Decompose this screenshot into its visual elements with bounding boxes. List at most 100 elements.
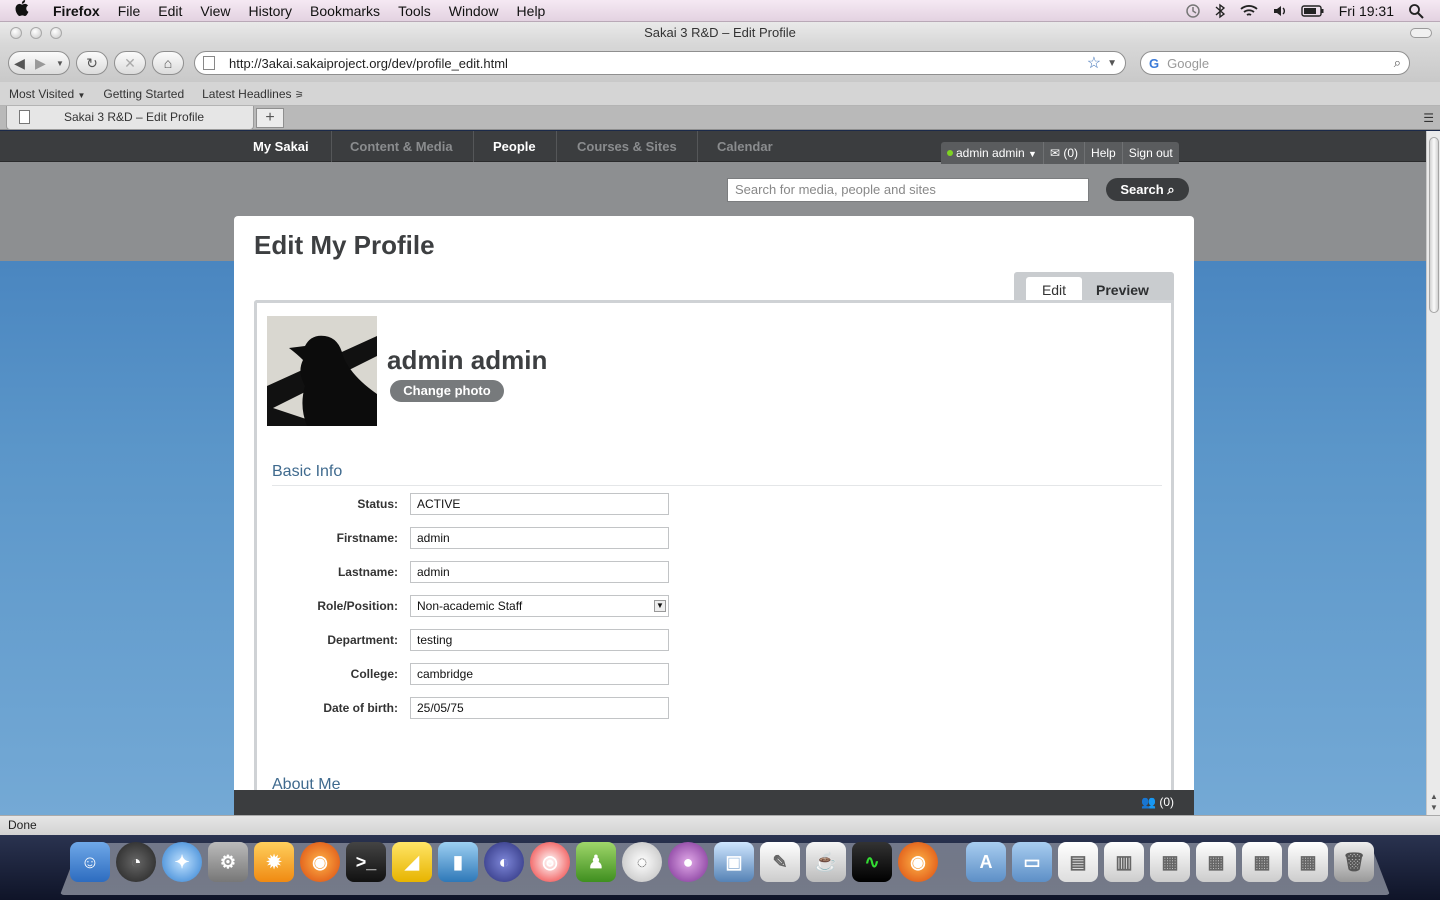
minimized-window-icon[interactable]: ▦ <box>1288 842 1328 882</box>
user-name: admin admin <box>956 146 1025 160</box>
minimized-window-icon[interactable]: ▦ <box>1196 842 1236 882</box>
terminal-icon[interactable]: >_ <box>346 842 386 882</box>
eclipse-folder-icon[interactable]: ▮ <box>438 842 478 882</box>
google-icon[interactable]: G <box>1149 56 1159 71</box>
bookmark-getting-started[interactable]: Getting Started <box>103 87 184 101</box>
scroll-up-icon[interactable]: ▲ <box>1430 792 1438 801</box>
coffee-icon[interactable]: ☕ <box>806 842 846 882</box>
message-count: (0) <box>1063 146 1079 160</box>
minimize-window-button[interactable] <box>30 27 42 39</box>
forward-arrow-icon[interactable]: ▶ <box>35 55 46 72</box>
mamp-window-icon[interactable]: ▥ <box>1104 842 1144 882</box>
bookmark-latest-headlines[interactable]: Latest Headlines ⚞ <box>202 87 304 101</box>
change-photo-button[interactable]: Change photo <box>390 380 504 402</box>
help-link[interactable]: Help <box>1084 142 1122 164</box>
preview-icon[interactable]: ▣ <box>714 842 754 882</box>
bookmark-star-icon[interactable]: ☆ <box>1087 53 1101 73</box>
magnifier-icon[interactable]: ⌕ <box>1394 55 1401 71</box>
firstname-input[interactable]: admin <box>410 527 669 549</box>
bookmark-most-visited[interactable]: Most Visited ▼ <box>9 87 85 101</box>
nav-people[interactable]: People <box>493 131 536 162</box>
chrome-icon[interactable]: ◎ <box>530 842 570 882</box>
menu-tools[interactable]: Tools <box>389 3 440 19</box>
web-search-field[interactable]: G Google ⌕ <box>1140 51 1410 75</box>
date-of-birth-input[interactable]: 25/05/75 <box>410 697 669 719</box>
back-forward-buttons[interactable]: ◀ ▶ ▼ <box>8 51 70 75</box>
menu-window[interactable]: Window <box>440 3 508 19</box>
menu-help[interactable]: Help <box>508 3 555 19</box>
growl-icon[interactable]: ● <box>668 842 708 882</box>
menu-edit[interactable]: Edit <box>149 3 191 19</box>
spotlight-icon[interactable] <box>1408 3 1424 19</box>
menu-file[interactable]: File <box>109 3 150 19</box>
toolbar-toggle-button[interactable] <box>1410 28 1432 38</box>
status-input[interactable]: ACTIVE <box>410 493 669 515</box>
zoom-window-button[interactable] <box>50 27 62 39</box>
nav-calendar[interactable]: Calendar <box>717 131 773 162</box>
field-department: Department: testing <box>257 629 677 651</box>
minimized-window-icon[interactable]: ▦ <box>1150 842 1190 882</box>
messages-link[interactable]: ✉ (0) <box>1042 142 1084 164</box>
battery-icon[interactable] <box>1301 4 1325 18</box>
sign-out-link[interactable]: Sign out <box>1121 142 1179 164</box>
tab-list-icon[interactable]: ☰ <box>1423 111 1434 125</box>
field-date-of-birth: Date of birth: 25/05/75 <box>257 697 677 719</box>
volume-icon[interactable] <box>1273 3 1287 19</box>
url-bar[interactable]: http://3akai.sakaiproject.org/dev/profil… <box>194 51 1126 75</box>
wifi-icon[interactable] <box>1239 3 1259 19</box>
people-icon: 👥 <box>1141 795 1156 809</box>
documents-folder-icon[interactable]: ▭ <box>1012 842 1052 882</box>
web-search-placeholder: Google <box>1167 55 1210 71</box>
menu-history[interactable]: History <box>239 3 301 19</box>
chat-status[interactable]: 👥 (0) <box>1141 790 1174 815</box>
tab-sakai-edit-profile[interactable]: Sakai 3 R&D – Edit Profile <box>6 106 254 130</box>
scrollbar-thumb[interactable] <box>1429 137 1439 313</box>
url-dropdown-icon[interactable]: ▼ <box>1107 58 1117 69</box>
close-window-button[interactable] <box>10 27 22 39</box>
bluetooth-icon[interactable] <box>1215 3 1225 19</box>
vertical-scrollbar[interactable]: ▲ ▼ <box>1426 131 1440 815</box>
eclipse-icon[interactable]: ◐ <box>484 842 524 882</box>
adium-icon[interactable]: ♟ <box>576 842 616 882</box>
scroll-down-icon[interactable]: ▼ <box>1430 803 1438 812</box>
system-preferences-icon[interactable]: ⚙ <box>208 842 248 882</box>
history-dropdown-icon[interactable]: ▼ <box>56 59 64 68</box>
activity-monitor-icon[interactable]: ∿ <box>852 842 892 882</box>
downloads-stack-icon[interactable]: ▤ <box>1058 842 1098 882</box>
new-tab-button[interactable]: + <box>256 108 284 128</box>
textedit-icon[interactable]: ✎ <box>760 842 800 882</box>
home-button[interactable]: ⌂ <box>152 51 184 75</box>
minimized-window-icon[interactable]: ▦ <box>1242 842 1282 882</box>
lastname-input[interactable]: admin <box>410 561 669 583</box>
menu-bookmarks[interactable]: Bookmarks <box>301 3 389 19</box>
nav-my-sakai[interactable]: My Sakai <box>253 131 309 162</box>
nav-content-media[interactable]: Content & Media <box>350 131 453 162</box>
safari-icon[interactable]: ✦ <box>162 842 202 882</box>
firefox-icon[interactable]: ◉ <box>898 842 938 882</box>
stop-button[interactable]: ✕ <box>114 51 146 75</box>
department-input[interactable]: testing <box>410 629 669 651</box>
role-select[interactable]: Non-academic Staff ▼ <box>410 595 669 617</box>
site-search-input[interactable]: Search for media, people and sites <box>727 178 1089 202</box>
chevron-down-icon[interactable]: ▼ <box>654 600 666 612</box>
search-button[interactable]: Search ⌕ <box>1106 178 1189 201</box>
firefox-icon[interactable]: ◉ <box>300 842 340 882</box>
skype-icon[interactable]: ◌ <box>622 842 662 882</box>
settings-gear-icon[interactable]: ✹ <box>254 842 294 882</box>
reload-button[interactable]: ↻ <box>76 51 108 75</box>
dashboard-icon[interactable]: ◔ <box>116 842 156 882</box>
finder-icon[interactable]: ☺ <box>70 842 110 882</box>
back-arrow-icon[interactable]: ◀ <box>14 55 25 72</box>
clock[interactable]: Fri 19:31 <box>1339 3 1394 19</box>
user-dropdown[interactable]: admin admin ▼ <box>941 142 1043 164</box>
cyberduck-icon[interactable]: ◢ <box>392 842 432 882</box>
menu-app-firefox[interactable]: Firefox <box>44 3 109 19</box>
url-text[interactable]: http://3akai.sakaiproject.org/dev/profil… <box>229 56 508 71</box>
time-machine-icon[interactable] <box>1185 3 1201 19</box>
nav-courses-sites[interactable]: Courses & Sites <box>577 131 677 162</box>
applications-folder-icon[interactable]: A <box>966 842 1006 882</box>
college-input[interactable]: cambridge <box>410 663 669 685</box>
menu-view[interactable]: View <box>191 3 239 19</box>
apple-menu-icon[interactable] <box>0 0 44 21</box>
trash-icon[interactable]: 🗑 <box>1334 842 1374 882</box>
